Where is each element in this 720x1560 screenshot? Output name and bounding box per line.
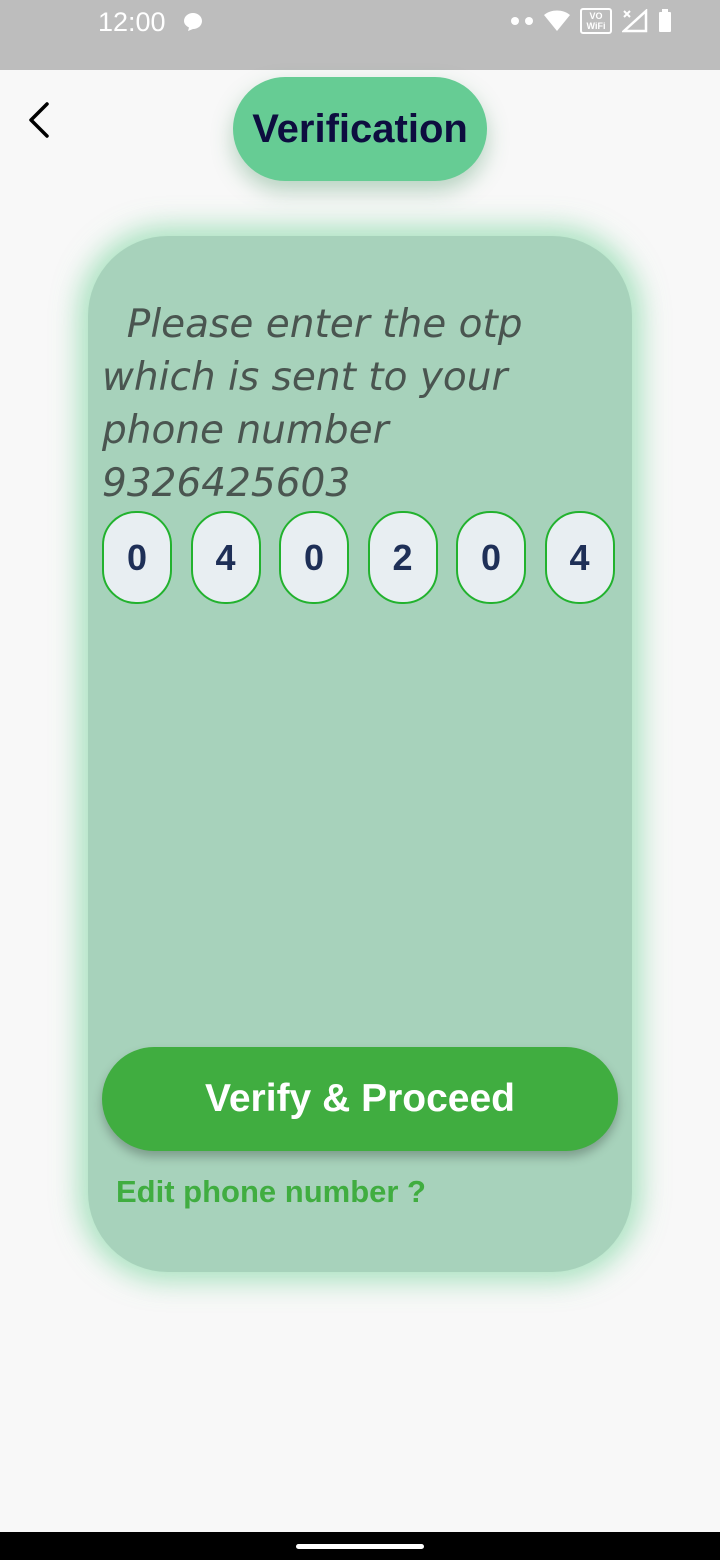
signal-icon [622, 9, 648, 33]
home-indicator[interactable] [296, 1544, 424, 1549]
verify-proceed-button[interactable]: Verify & Proceed [102, 1047, 618, 1151]
otp-digit-1[interactable]: 0 [102, 511, 172, 604]
vowifi-label-top: VO [589, 11, 602, 21]
vowifi-label-bottom: WiFi [587, 21, 606, 31]
otp-digit-3[interactable]: 0 [279, 511, 349, 604]
battery-icon [658, 9, 672, 33]
status-time: 12:00 [98, 7, 166, 37]
vowifi-icon: VO WiFi [580, 8, 612, 34]
wifi-icon [544, 10, 570, 32]
title-pill: Verification [233, 77, 487, 181]
chevron-left-icon [29, 102, 49, 138]
otp-digit-6[interactable]: 4 [544, 511, 615, 604]
back-button[interactable] [18, 96, 66, 144]
otp-digit-2[interactable]: 4 [190, 511, 261, 604]
otp-input-row: 0 4 0 2 0 4 [102, 511, 615, 604]
otp-digit-4[interactable]: 2 [367, 511, 438, 604]
navigation-bar [0, 1532, 720, 1560]
page-title: Verification [252, 106, 468, 151]
dots-icon [510, 16, 534, 26]
edit-phone-number-link[interactable]: Edit phone number ? [116, 1174, 426, 1210]
otp-instruction-text: Please enter the otp which is sent to yo… [102, 302, 535, 506]
otp-digit-5[interactable]: 0 [456, 511, 526, 604]
status-bar: 12:00 VO WiFi [0, 0, 720, 70]
verification-card: Please enter the otp which is sent to yo… [88, 236, 632, 1272]
chat-icon [182, 11, 204, 33]
status-icons: VO WiFi [510, 8, 672, 34]
